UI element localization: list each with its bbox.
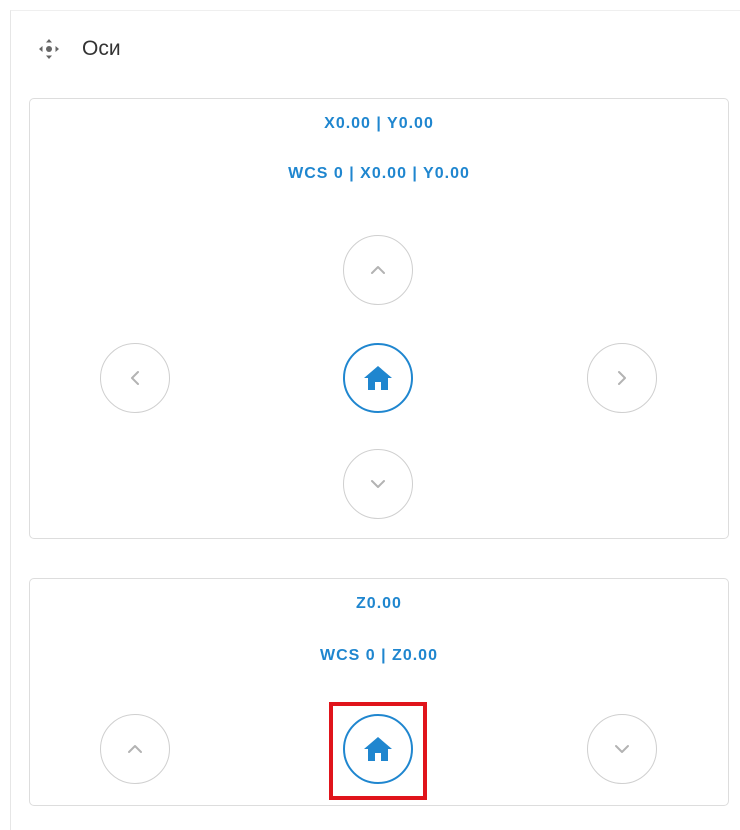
home-icon [363,736,393,762]
panel-title: Оси [82,37,121,60]
panel-header: Оси [38,34,121,64]
chevron-right-icon [612,368,632,388]
z-wcs-readout: WCS 0 | Z0.00 [320,647,438,664]
xy-home-button[interactable] [343,343,413,413]
y-minus-button[interactable] [343,449,413,519]
x-plus-button[interactable] [587,343,657,413]
y-plus-button[interactable] [343,235,413,305]
chevron-up-icon [368,260,388,280]
chevron-left-icon [125,368,145,388]
z-plus-button[interactable] [100,714,170,784]
x-minus-button[interactable] [100,343,170,413]
axes-move-icon [38,38,60,60]
z-minus-button[interactable] [587,714,657,784]
xy-wcs-readout: WCS 0 | X0.00 | Y0.00 [288,165,470,182]
xy-position-readout: X0.00 | Y0.00 [324,115,434,132]
chevron-down-icon [612,739,632,759]
chevron-up-icon [125,739,145,759]
z-axis-card: Z0.00 WCS 0 | Z0.00 [29,578,729,806]
z-position-readout: Z0.00 [356,595,402,612]
xy-axes-card: X0.00 | Y0.00 WCS 0 | X0.00 | Y0.00 [29,98,729,539]
z-home-button[interactable] [343,714,413,784]
chevron-down-icon [368,474,388,494]
home-icon [363,365,393,391]
